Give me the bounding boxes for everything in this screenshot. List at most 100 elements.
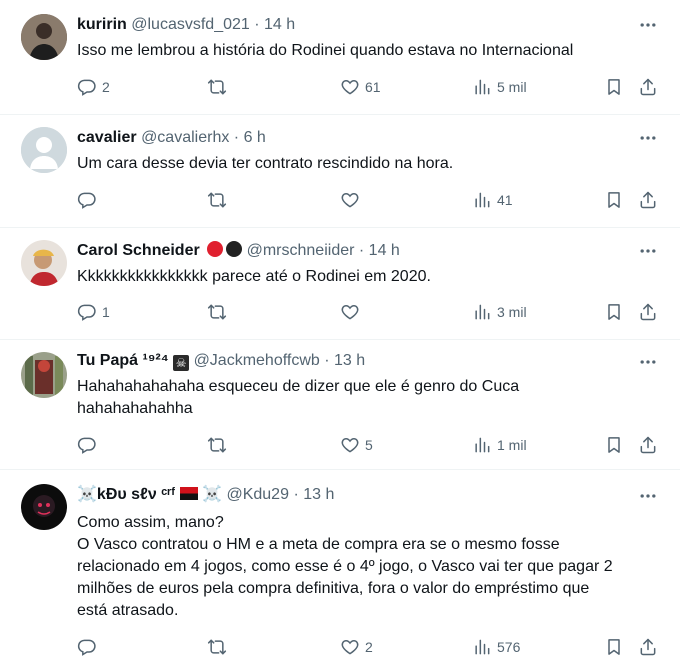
tweet-text: Isso me lembrou a história do Rodinei qu… xyxy=(77,40,657,62)
bookmark-icon xyxy=(604,190,624,210)
timestamp[interactable]: 14 h xyxy=(264,16,295,33)
tweet[interactable]: cavalier @cavalierhx · 6 h Um cara desse… xyxy=(0,115,680,228)
retweet-button[interactable] xyxy=(207,435,227,455)
bookmark-button[interactable] xyxy=(604,302,624,322)
display-name[interactable]: kuririn xyxy=(77,16,127,33)
share-icon xyxy=(638,637,658,657)
avatar[interactable] xyxy=(21,127,67,173)
tweet[interactable]: kuririn @lucasvsfd_021 · 14 h Isso me le… xyxy=(0,0,680,115)
views-button[interactable]: 5 mil xyxy=(472,77,527,97)
timestamp[interactable]: 14 h xyxy=(369,242,400,259)
skull-crossbones-icon: ☠ xyxy=(173,355,190,371)
like-button[interactable] xyxy=(340,190,360,210)
handle[interactable]: @Jackmehoffcwb xyxy=(194,352,320,369)
views-count: 3 mil xyxy=(497,304,527,320)
bookmark-button[interactable] xyxy=(604,637,624,657)
share-icon xyxy=(638,190,658,210)
reply-icon xyxy=(77,637,97,657)
tweet[interactable]: Carol Schneider @mrschneiider · 14 h Kkk… xyxy=(0,228,680,340)
avatar[interactable] xyxy=(21,14,67,60)
like-button[interactable]: 61 xyxy=(340,77,381,97)
retweet-button[interactable] xyxy=(207,77,227,97)
like-count: 2 xyxy=(365,639,373,655)
more-icon[interactable] xyxy=(638,128,658,148)
bookmark-button[interactable] xyxy=(604,190,624,210)
tweet-header: ☠️kÐυ ѕℓν ᶜʳᶠ ☠️ @Kdu29 · 13 h xyxy=(77,485,334,505)
display-name[interactable]: ☠️kÐυ ѕℓν ᶜʳᶠ xyxy=(77,486,175,503)
retweet-button[interactable] xyxy=(207,190,227,210)
timestamp[interactable]: 6 h xyxy=(244,129,266,146)
tweet-text-line: Como assim, mano? xyxy=(77,514,224,531)
views-chart-icon xyxy=(472,77,492,97)
like-count: 5 xyxy=(365,437,373,453)
views-button[interactable]: 576 xyxy=(472,637,520,657)
like-button[interactable] xyxy=(340,302,360,322)
views-chart-icon xyxy=(472,435,492,455)
heart-icon xyxy=(340,302,360,322)
timestamp[interactable]: 13 h xyxy=(334,352,365,369)
reply-count: 2 xyxy=(102,79,110,95)
display-name[interactable]: Carol Schneider xyxy=(77,242,200,259)
views-button[interactable]: 3 mil xyxy=(472,302,527,322)
reply-button[interactable]: 2 xyxy=(77,77,110,97)
share-button[interactable] xyxy=(638,190,658,210)
reply-icon xyxy=(77,302,97,322)
share-button[interactable] xyxy=(638,77,658,97)
tweet[interactable]: Tu Papá ¹⁹²⁴ ☠ @Jackmehoffcwb · 13 h Hah… xyxy=(0,340,680,470)
separator: · xyxy=(358,242,365,259)
reply-button[interactable] xyxy=(77,435,97,455)
handle[interactable]: @Kdu29 xyxy=(226,486,289,503)
retweet-icon xyxy=(207,435,227,455)
tweet-header: Tu Papá ¹⁹²⁴ ☠ @Jackmehoffcwb · 13 h xyxy=(77,351,365,371)
heart-icon xyxy=(340,435,360,455)
display-name[interactable]: Tu Papá ¹⁹²⁴ xyxy=(77,352,169,369)
handle[interactable]: @lucasvsfd_021 xyxy=(131,16,250,33)
avatar[interactable] xyxy=(21,240,67,286)
tweet-text: Hahahahahahaha esqueceu de dizer que ele… xyxy=(77,376,657,420)
more-icon[interactable] xyxy=(638,241,658,261)
like-button[interactable]: 5 xyxy=(340,435,373,455)
views-count: 41 xyxy=(497,192,513,208)
avatar[interactable] xyxy=(21,352,67,398)
more-icon[interactable] xyxy=(638,352,658,372)
heart-icon xyxy=(340,190,360,210)
share-icon xyxy=(638,302,658,322)
timestamp[interactable]: 13 h xyxy=(303,486,334,503)
share-button[interactable] xyxy=(638,435,658,455)
share-button[interactable] xyxy=(638,302,658,322)
bookmark-button[interactable] xyxy=(604,77,624,97)
share-button[interactable] xyxy=(638,637,658,657)
reply-button[interactable] xyxy=(77,190,97,210)
separator: · xyxy=(254,16,260,33)
views-count: 5 mil xyxy=(497,79,527,95)
views-button[interactable]: 1 mil xyxy=(472,435,527,455)
separator: · xyxy=(233,129,240,146)
tweet-text-line: hahahahahahha xyxy=(77,400,193,417)
like-button[interactable]: 2 xyxy=(340,637,373,657)
reply-button[interactable] xyxy=(77,637,97,657)
retweet-icon xyxy=(207,637,227,657)
tweet[interactable]: ☠️kÐυ ѕℓν ᶜʳᶠ ☠️ @Kdu29 · 13 h Como assi… xyxy=(0,470,680,668)
retweet-button[interactable] xyxy=(207,302,227,322)
tweet-text-line: Isso me lembrou a história do Rodinei qu… xyxy=(77,42,574,59)
reply-icon xyxy=(77,190,97,210)
views-button[interactable]: 41 xyxy=(472,190,513,210)
tweet-header: kuririn @lucasvsfd_021 · 14 h xyxy=(77,15,295,35)
more-icon[interactable] xyxy=(638,15,658,35)
retweet-icon xyxy=(207,77,227,97)
reply-button[interactable]: 1 xyxy=(77,302,110,322)
more-icon[interactable] xyxy=(638,486,658,506)
retweet-button[interactable] xyxy=(207,637,227,657)
display-name[interactable]: cavalier xyxy=(77,129,137,146)
tweet-text-line: milhões de euros pela compra definitiva,… xyxy=(77,580,590,597)
views-chart-icon xyxy=(472,637,492,657)
bookmark-button[interactable] xyxy=(604,435,624,455)
avatar[interactable] xyxy=(21,484,67,530)
handle[interactable]: @cavalierhx xyxy=(141,129,229,146)
angola-flag-icon xyxy=(179,487,198,500)
views-count: 576 xyxy=(497,639,521,655)
tweet-text-line: Hahahahahahaha esqueceu de dizer que ele… xyxy=(77,378,520,395)
handle[interactable]: @mrschneiider xyxy=(247,242,355,259)
retweet-icon xyxy=(207,302,227,322)
heart-icon xyxy=(340,77,360,97)
